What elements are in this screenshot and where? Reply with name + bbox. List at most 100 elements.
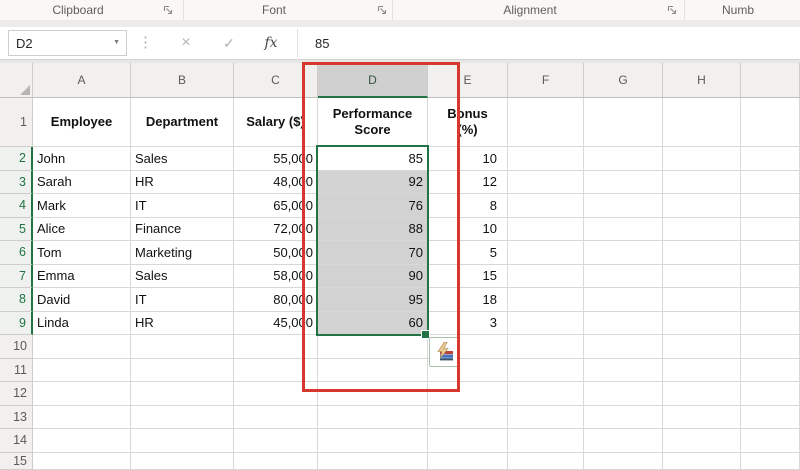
row-header-3[interactable]: 3: [0, 170, 33, 194]
cell-H4[interactable]: [663, 194, 741, 218]
cell-H12[interactable]: [663, 382, 741, 406]
cell-D2[interactable]: 85: [318, 147, 428, 171]
enter-icon[interactable]: ✓: [217, 30, 241, 56]
cell-H11[interactable]: [663, 358, 741, 382]
cell-C3[interactable]: 48,000: [234, 170, 318, 194]
cell-G1[interactable]: [584, 98, 663, 147]
cell-I1[interactable]: [741, 98, 800, 147]
cell-B5[interactable]: Finance: [131, 217, 234, 241]
cell-F11[interactable]: [508, 358, 584, 382]
cell-I11[interactable]: [741, 358, 800, 382]
cell-B7[interactable]: Sales: [131, 264, 234, 288]
cell-A2[interactable]: John: [33, 147, 131, 171]
cell-A12[interactable]: [33, 382, 131, 406]
cell-C10[interactable]: [234, 335, 318, 359]
cell-B6[interactable]: Marketing: [131, 241, 234, 265]
cell-F4[interactable]: [508, 194, 584, 218]
cell-G12[interactable]: [584, 382, 663, 406]
cell-D8[interactable]: 95: [318, 288, 428, 312]
cell-H10[interactable]: [663, 335, 741, 359]
cell-G9[interactable]: [584, 311, 663, 335]
cell-H3[interactable]: [663, 170, 741, 194]
column-header-C[interactable]: C: [234, 63, 318, 98]
cell-G11[interactable]: [584, 358, 663, 382]
column-header-A[interactable]: A: [33, 63, 131, 98]
cell-E1[interactable]: Bonus (%): [428, 98, 508, 147]
cell-E4[interactable]: 8: [428, 194, 508, 218]
cell-G14[interactable]: [584, 429, 663, 453]
cell-H6[interactable]: [663, 241, 741, 265]
cell-B8[interactable]: IT: [131, 288, 234, 312]
cell-D15[interactable]: [318, 452, 428, 470]
row-header-4[interactable]: 4: [0, 194, 33, 218]
cell-A1[interactable]: Employee: [33, 98, 131, 147]
cell-F10[interactable]: [508, 335, 584, 359]
column-header-B[interactable]: B: [131, 63, 234, 98]
cell-C11[interactable]: [234, 358, 318, 382]
cell-A13[interactable]: [33, 405, 131, 429]
formula-input[interactable]: 85: [315, 30, 329, 56]
cell-G5[interactable]: [584, 217, 663, 241]
cell-F13[interactable]: [508, 405, 584, 429]
row-header-2[interactable]: 2: [0, 147, 33, 171]
cell-H1[interactable]: [663, 98, 741, 147]
name-box-dropdown-icon[interactable]: ▼: [113, 39, 120, 46]
column-header-E[interactable]: E: [428, 63, 508, 98]
cell-C7[interactable]: 58,000: [234, 264, 318, 288]
select-all-button[interactable]: [0, 63, 33, 98]
cell-G10[interactable]: [584, 335, 663, 359]
row-header-15[interactable]: 15: [0, 452, 33, 470]
cell-F2[interactable]: [508, 147, 584, 171]
insert-function-icon[interactable]: fx: [259, 30, 283, 56]
cell-I10[interactable]: [741, 335, 800, 359]
cell-D5[interactable]: 88: [318, 217, 428, 241]
cell-D6[interactable]: 70: [318, 241, 428, 265]
cell-I8[interactable]: [741, 288, 800, 312]
cell-F14[interactable]: [508, 429, 584, 453]
cell-C5[interactable]: 72,000: [234, 217, 318, 241]
cell-D9[interactable]: 60: [318, 311, 428, 335]
cell-B13[interactable]: [131, 405, 234, 429]
cell-H9[interactable]: [663, 311, 741, 335]
cell-G2[interactable]: [584, 147, 663, 171]
cell-B9[interactable]: HR: [131, 311, 234, 335]
cell-F8[interactable]: [508, 288, 584, 312]
cell-D4[interactable]: 76: [318, 194, 428, 218]
cell-E8[interactable]: 18: [428, 288, 508, 312]
cell-H8[interactable]: [663, 288, 741, 312]
cell-F7[interactable]: [508, 264, 584, 288]
cell-C4[interactable]: 65,000: [234, 194, 318, 218]
cell-I6[interactable]: [741, 241, 800, 265]
row-header-6[interactable]: 6: [0, 241, 33, 265]
cell-G4[interactable]: [584, 194, 663, 218]
cell-I7[interactable]: [741, 264, 800, 288]
row-header-1[interactable]: 1: [0, 98, 33, 147]
cell-A15[interactable]: [33, 452, 131, 470]
row-header-14[interactable]: 14: [0, 429, 33, 453]
cell-E12[interactable]: [428, 382, 508, 406]
cell-B1[interactable]: Department: [131, 98, 234, 147]
cell-B11[interactable]: [131, 358, 234, 382]
cell-C2[interactable]: 55,000: [234, 147, 318, 171]
cell-C8[interactable]: 80,000: [234, 288, 318, 312]
cell-I2[interactable]: [741, 147, 800, 171]
cell-B15[interactable]: [131, 452, 234, 470]
cell-I5[interactable]: [741, 217, 800, 241]
cell-E14[interactable]: [428, 429, 508, 453]
cell-A9[interactable]: Linda: [33, 311, 131, 335]
cell-I9[interactable]: [741, 311, 800, 335]
cell-A3[interactable]: Sarah: [33, 170, 131, 194]
cell-I12[interactable]: [741, 382, 800, 406]
cell-B2[interactable]: Sales: [131, 147, 234, 171]
cell-A10[interactable]: [33, 335, 131, 359]
cancel-icon[interactable]: ×: [174, 30, 198, 56]
cell-H2[interactable]: [663, 147, 741, 171]
cell-F15[interactable]: [508, 452, 584, 470]
cell-F6[interactable]: [508, 241, 584, 265]
cell-E7[interactable]: 15: [428, 264, 508, 288]
cell-E3[interactable]: 12: [428, 170, 508, 194]
row-header-13[interactable]: 13: [0, 405, 33, 429]
cell-B14[interactable]: [131, 429, 234, 453]
cell-D10[interactable]: [318, 335, 428, 359]
font-dialog-launcher-icon[interactable]: [377, 5, 388, 16]
